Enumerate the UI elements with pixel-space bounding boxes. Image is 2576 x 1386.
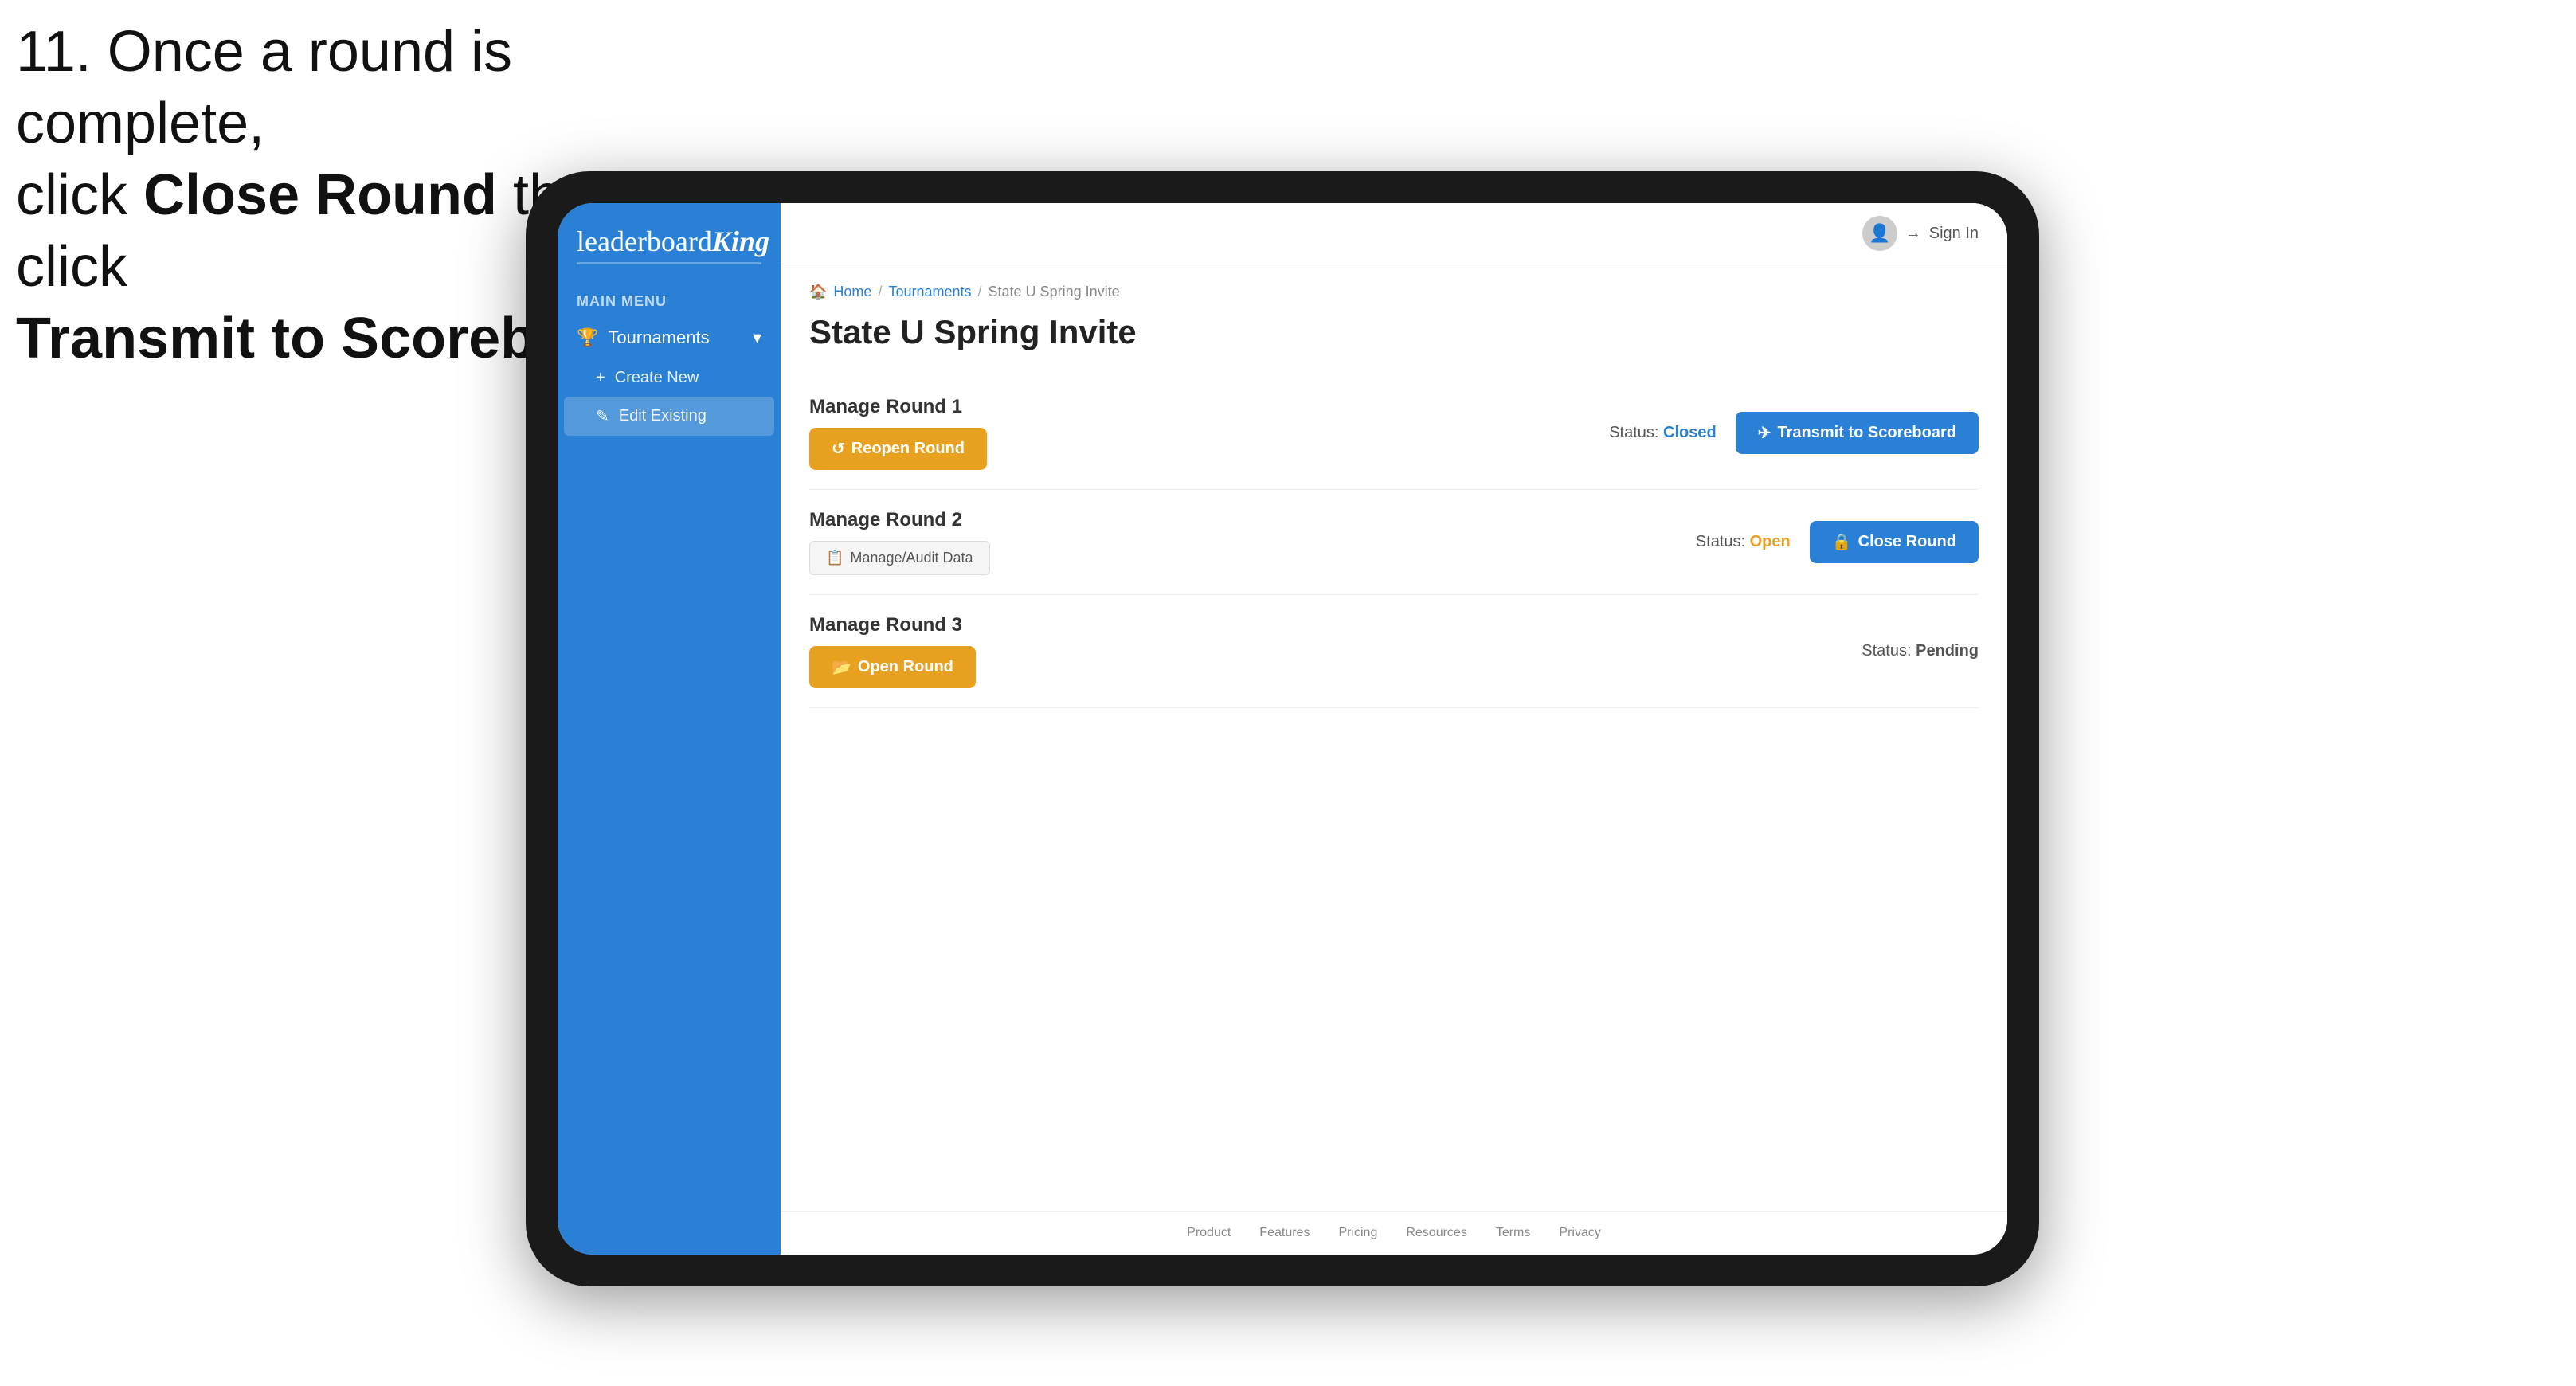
open-round-button[interactable]: 📂 Open Round	[809, 646, 976, 688]
edit-existing-label: Edit Existing	[619, 407, 707, 425]
sidebar-menu-item-left: 🏆 Tournaments	[577, 327, 710, 348]
edit-icon: ✎	[596, 406, 609, 426]
reopen-round-label: Reopen Round	[851, 440, 965, 458]
avatar: 👤	[1862, 216, 1897, 251]
round-1-status-area: Status: Closed ✈ Transmit to Scoreboard	[1609, 412, 1979, 454]
instruction-line1: 11. Once a round is complete,	[16, 20, 512, 155]
status-value-3: Pending	[1916, 642, 1979, 660]
breadcrumb-home[interactable]: Home	[833, 284, 871, 300]
round-2-section: Manage Round 2 📋 Manage/Audit Data Statu…	[809, 490, 1979, 595]
transmit-icon: ✈	[1758, 423, 1771, 443]
chevron-down-icon: ▾	[753, 327, 761, 348]
logo-leaderboard: leaderboard	[577, 225, 712, 257]
sidebar-item-create-new[interactable]: + Create New	[558, 359, 781, 397]
reopen-round-button[interactable]: ↺ Reopen Round	[809, 428, 987, 470]
round-3-section: Manage Round 3 📂 Open Round Status: Pend…	[809, 595, 1979, 708]
arrow-right-icon: →	[1905, 225, 1921, 243]
sidebar-logo: leaderboardKing	[558, 203, 781, 280]
round-3-status-area: Status: Pending	[1862, 642, 1979, 660]
create-new-label: Create New	[615, 369, 699, 387]
footer-product[interactable]: Product	[1187, 1226, 1231, 1240]
round-1-label: Manage Round 1	[809, 396, 987, 418]
footer-pricing[interactable]: Pricing	[1338, 1226, 1377, 1240]
round-1-section: Manage Round 1 ↺ Reopen Round Status: Cl…	[809, 377, 1979, 490]
close-round-label: Close Round	[1858, 533, 1956, 551]
logo-underline	[577, 262, 761, 264]
round-3-label: Manage Round 3	[809, 614, 976, 636]
page-title: State U Spring Invite	[809, 313, 1979, 351]
close-icon: 🔒	[1832, 532, 1852, 552]
round-2-label: Manage Round 2	[809, 509, 990, 531]
transmit-to-scoreboard-button[interactable]: ✈ Transmit to Scoreboard	[1736, 412, 1979, 454]
trophy-icon: 🏆	[577, 327, 598, 348]
footer-privacy[interactable]: Privacy	[1559, 1226, 1600, 1240]
close-round-button[interactable]: 🔒 Close Round	[1810, 521, 1979, 563]
open-round-label: Open Round	[858, 658, 953, 676]
footer-resources[interactable]: Resources	[1406, 1226, 1466, 1240]
round-2-status-area: Status: Open 🔒 Close Round	[1696, 521, 1979, 563]
transmit-label: Transmit to Scoreboard	[1778, 424, 1957, 442]
round-2-left: Manage Round 2 📋 Manage/Audit Data	[809, 509, 990, 575]
main-menu-label: MAIN MENU	[558, 280, 781, 316]
breadcrumb-sep2: /	[978, 284, 982, 300]
status-value-2: Open	[1750, 533, 1791, 550]
top-nav: 👤 → Sign In	[781, 203, 2007, 264]
status-label-1: Status:	[1609, 424, 1658, 441]
breadcrumb-current: State U Spring Invite	[989, 284, 1120, 300]
main-content: 👤 → Sign In 🏠 Home / Tournaments / State	[781, 203, 2007, 1255]
round-3-left: Manage Round 3 📂 Open Round	[809, 614, 976, 688]
home-icon: 🏠	[809, 284, 827, 300]
round-2-status: Status: Open	[1696, 533, 1791, 551]
sign-in-area[interactable]: 👤 → Sign In	[1862, 216, 1979, 251]
round-1-status: Status: Closed	[1609, 424, 1717, 442]
sidebar: leaderboardKing MAIN MENU 🏆 Tournaments …	[558, 203, 781, 1255]
sidebar-tournaments-label: Tournaments	[608, 327, 709, 348]
tablet-frame: leaderboardKing MAIN MENU 🏆 Tournaments …	[526, 171, 2039, 1286]
reopen-icon: ↺	[832, 439, 845, 459]
sidebar-item-tournaments[interactable]: 🏆 Tournaments ▾	[558, 316, 781, 359]
logo-text: leaderboardKing	[577, 227, 761, 256]
manage-audit-label: Manage/Audit Data	[850, 550, 973, 566]
manage-icon: 📋	[826, 550, 844, 566]
sidebar-item-edit-existing[interactable]: ✎ Edit Existing	[564, 397, 774, 436]
round-1-left: Manage Round 1 ↺ Reopen Round	[809, 396, 987, 470]
plus-icon: +	[596, 369, 605, 387]
status-label-3: Status:	[1862, 642, 1911, 660]
breadcrumb-sep1: /	[878, 284, 882, 300]
status-label-2: Status:	[1696, 533, 1745, 550]
sign-in-label: Sign In	[1929, 225, 1979, 243]
instruction-close-round-bold: Close Round	[143, 163, 497, 227]
instruction-line2-prefix: click	[16, 163, 143, 227]
content-area: 🏠 Home / Tournaments / State U Spring In…	[781, 264, 2007, 1211]
tablet-screen: leaderboardKing MAIN MENU 🏆 Tournaments …	[558, 203, 2007, 1255]
footer: Product Features Pricing Resources Terms…	[781, 1211, 2007, 1255]
footer-terms[interactable]: Terms	[1496, 1226, 1531, 1240]
breadcrumb-tournaments[interactable]: Tournaments	[888, 284, 971, 300]
open-icon: 📂	[832, 657, 851, 677]
logo-king: King	[712, 225, 769, 257]
round-3-status: Status: Pending	[1862, 642, 1979, 660]
footer-features[interactable]: Features	[1259, 1226, 1310, 1240]
app-layout: leaderboardKing MAIN MENU 🏆 Tournaments …	[558, 203, 2007, 1255]
status-value-1: Closed	[1663, 424, 1717, 441]
manage-audit-button[interactable]: 📋 Manage/Audit Data	[809, 541, 990, 575]
breadcrumb: 🏠 Home / Tournaments / State U Spring In…	[809, 284, 1979, 300]
